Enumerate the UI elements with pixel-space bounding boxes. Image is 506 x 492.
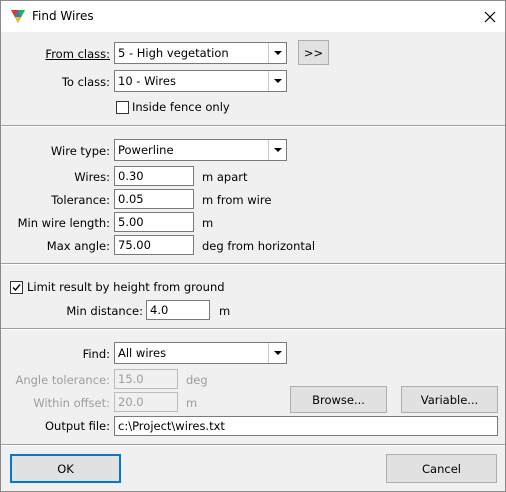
- from-class-select[interactable]: 5 - High vegetation: [114, 42, 287, 64]
- class-chooser-button[interactable]: >>: [298, 40, 329, 65]
- angle-tolerance-field[interactable]: [114, 369, 178, 389]
- wires-spacing-field[interactable]: [114, 166, 194, 186]
- tolerance-label: Tolerance:: [51, 193, 110, 207]
- output-file-label: Output file:: [45, 419, 110, 433]
- angle-tolerance-input[interactable]: [115, 370, 177, 388]
- output-file-field[interactable]: [114, 416, 498, 436]
- limit-height-label: Limit result by height from ground: [27, 280, 225, 294]
- min-distance-field[interactable]: [146, 300, 210, 320]
- browse-button[interactable]: Browse...: [290, 386, 387, 413]
- wire-type-select[interactable]: Powerline: [114, 139, 287, 161]
- wires-unit: m apart: [202, 170, 248, 184]
- within-offset-field[interactable]: [114, 392, 178, 412]
- max-angle-label: Max angle:: [46, 239, 110, 253]
- from-class-value: 5 - High vegetation: [118, 46, 229, 60]
- max-angle-field[interactable]: [114, 235, 194, 255]
- to-class-select[interactable]: 10 - Wires: [114, 70, 287, 92]
- tri-color-app-icon: [11, 10, 25, 23]
- cancel-button[interactable]: Cancel: [386, 454, 497, 483]
- chevron-down-icon: [268, 43, 286, 63]
- wires-spacing-input[interactable]: [115, 167, 193, 185]
- min-wire-length-label: Min wire length:: [17, 216, 110, 230]
- window-title: Find Wires: [32, 9, 94, 23]
- chevron-down-icon: [268, 140, 286, 160]
- section-divider: [1, 125, 505, 127]
- inside-fence-label: Inside fence only: [132, 100, 230, 114]
- find-select[interactable]: All wires: [114, 342, 287, 364]
- tolerance-field[interactable]: [114, 189, 194, 209]
- output-file-input[interactable]: [115, 417, 497, 435]
- angle-tolerance-unit: deg: [186, 373, 208, 387]
- wire-type-value: Powerline: [118, 143, 174, 157]
- wire-type-label: Wire type:: [50, 144, 110, 158]
- max-angle-input[interactable]: [115, 236, 193, 254]
- min-wire-length-input[interactable]: [115, 213, 193, 231]
- max-angle-unit: deg from horizontal: [202, 239, 316, 253]
- section-divider: [1, 444, 505, 446]
- title-bar: Find Wires: [1, 1, 505, 32]
- from-class-label: From class:: [11, 47, 110, 61]
- within-offset-input[interactable]: [115, 393, 177, 411]
- find-label: Find:: [82, 347, 110, 361]
- wires-label: Wires:: [74, 170, 110, 184]
- min-distance-input[interactable]: [147, 301, 209, 319]
- chevron-down-icon: [268, 343, 286, 363]
- to-class-value: 10 - Wires: [118, 74, 176, 88]
- from-class-label-text: From class:: [45, 47, 110, 61]
- checkmark-icon: [12, 284, 21, 292]
- close-button[interactable]: [475, 2, 505, 31]
- inside-fence-checkbox[interactable]: [116, 101, 129, 114]
- within-offset-label: Within offset:: [33, 396, 110, 410]
- angle-tolerance-label: Angle tolerance:: [15, 373, 110, 387]
- section-divider: [1, 328, 505, 330]
- find-value: All wires: [118, 346, 167, 360]
- min-distance-label: Min distance:: [66, 304, 143, 318]
- section-divider: [1, 263, 505, 265]
- find-wires-dialog: Find Wires From class: 5 - High vegetati…: [0, 0, 506, 492]
- within-offset-unit: m: [186, 396, 198, 410]
- limit-height-checkbox[interactable]: [10, 281, 23, 294]
- min-wire-length-field[interactable]: [114, 212, 194, 232]
- min-wire-length-unit: m: [202, 216, 214, 230]
- tolerance-unit: m from wire: [202, 193, 272, 207]
- to-class-label: To class:: [61, 75, 110, 89]
- variable-button[interactable]: Variable...: [401, 386, 498, 413]
- ok-button[interactable]: OK: [10, 454, 121, 483]
- min-distance-unit: m: [219, 304, 231, 318]
- tolerance-input[interactable]: [115, 190, 193, 208]
- close-icon: [484, 11, 496, 22]
- chevron-down-icon: [268, 71, 286, 91]
